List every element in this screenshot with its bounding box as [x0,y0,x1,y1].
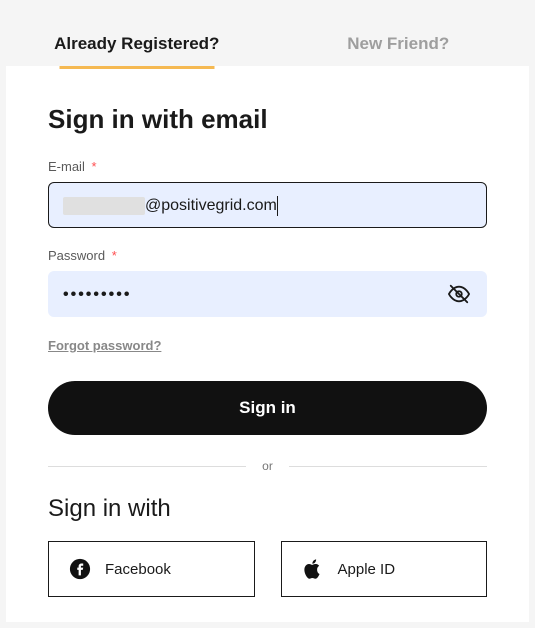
text-cursor [277,196,278,216]
forgot-password-link[interactable]: Forgot password? [48,338,161,353]
toggle-password-visibility-button[interactable] [447,282,471,306]
content-area: Sign in with email E-mail * @positivegri… [6,66,529,622]
apple-label: Apple ID [338,561,396,578]
eye-off-icon [448,283,470,305]
facebook-label: Facebook [105,561,171,578]
page-title: Sign in with email [48,104,487,135]
apple-icon [302,558,324,580]
social-heading: Sign in with [48,495,487,523]
email-field-group: E-mail * @positivegrid.com [48,159,487,228]
required-marker: * [91,159,96,174]
password-label: Password [48,248,105,263]
email-value-display: @positivegrid.com [63,183,472,229]
password-input-wrap: ••••••••• [48,271,487,317]
signin-button[interactable]: Sign in [48,381,487,435]
tab-row: Already Registered? New Friend? [6,6,529,66]
social-buttons-row: Facebook Apple ID [48,541,487,597]
facebook-button[interactable]: Facebook [48,541,255,597]
email-label: E-mail [48,159,85,174]
password-input[interactable]: ••••••••• [48,271,487,317]
email-input[interactable]: @positivegrid.com [48,182,487,228]
divider: or [48,459,487,473]
signin-button-label: Sign in [239,398,296,417]
divider-text: or [246,459,289,473]
apple-button[interactable]: Apple ID [281,541,488,597]
tab-already-registered[interactable]: Already Registered? [6,6,268,66]
email-suffix: @positivegrid.com [145,183,277,229]
redacted-segment [63,197,145,215]
email-input-wrap: @positivegrid.com [48,182,487,228]
tab-label: New Friend? [347,34,449,53]
password-masked-value: ••••••••• [63,272,472,318]
facebook-icon [69,558,91,580]
tab-label: Already Registered? [54,34,219,53]
email-label-row: E-mail * [48,159,487,174]
password-label-row: Password * [48,248,487,263]
tab-new-friend[interactable]: New Friend? [268,6,530,66]
required-marker: * [112,248,117,263]
signin-card: Already Registered? New Friend? Sign in … [6,6,529,622]
password-field-group: Password * ••••••••• [48,248,487,317]
